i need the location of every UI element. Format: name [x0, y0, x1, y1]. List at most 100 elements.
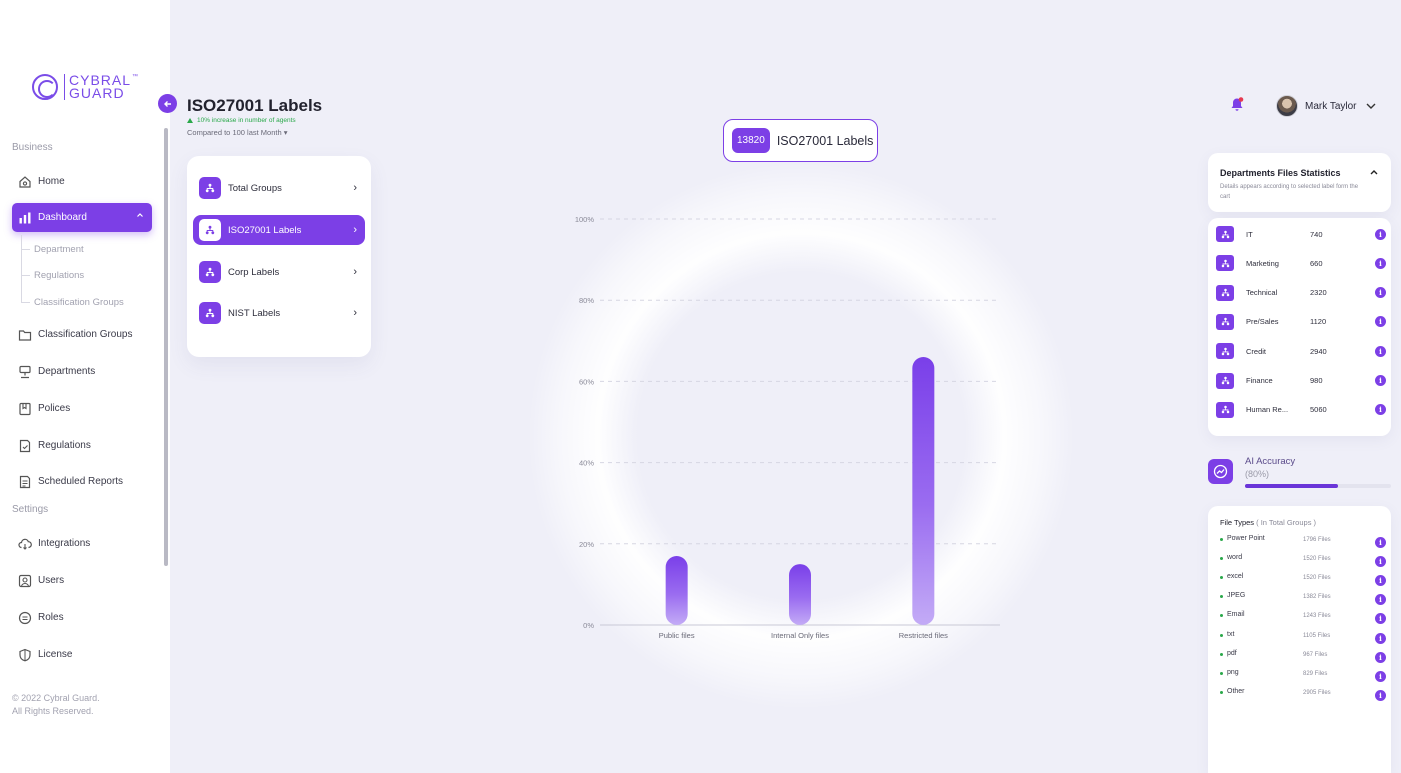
dept-row[interactable]: Marketing 660 i: [1216, 255, 1386, 272]
file-type-name: word: [1227, 554, 1243, 562]
info-icon[interactable]: i: [1375, 651, 1386, 663]
user-menu[interactable]: Mark Taylor: [1276, 95, 1378, 117]
info-icon[interactable]: i: [1375, 575, 1386, 587]
hierarchy-icon: [1216, 343, 1234, 360]
label-item-text: ISO27001 Labels: [228, 224, 302, 236]
chevron-right-icon: ›: [353, 182, 357, 194]
dept-row[interactable]: Technical 2320 i: [1216, 284, 1386, 301]
folder-icon: [18, 328, 32, 342]
notification-bell-icon[interactable]: [1229, 96, 1245, 112]
brand-logo[interactable]: CYBRAL GUARD ™: [32, 73, 138, 101]
info-icon[interactable]: i: [1375, 689, 1386, 701]
file-type-count: 1520 Files: [1303, 575, 1331, 582]
dept-row[interactable]: Human Re... 5060 i: [1216, 401, 1386, 418]
info-icon[interactable]: i: [1375, 228, 1386, 240]
sidebar-item-departments[interactable]: Departments: [12, 357, 152, 386]
file-type-name: Power Point: [1227, 535, 1265, 542]
dept-row[interactable]: Pre/Sales 1120 i: [1216, 313, 1386, 330]
sidebar-item-dashboard[interactable]: Dashboard: [12, 203, 152, 232]
sidebar-item-regulations[interactable]: Regulations: [12, 431, 152, 460]
chart-bar[interactable]: [789, 564, 811, 625]
dept-row[interactable]: Finance 980 i: [1216, 372, 1386, 389]
sidebar-item-license[interactable]: License: [12, 640, 152, 669]
file-type-row[interactable]: Power Point 1796 Files i: [1220, 535, 1386, 548]
chevron-up-icon[interactable]: [1369, 168, 1379, 176]
file-type-row[interactable]: word 1520 Files i: [1220, 554, 1386, 568]
file-type-name: Email: [1227, 611, 1245, 619]
chart-bar[interactable]: [912, 357, 935, 625]
file-type-count: 1796 Files: [1303, 537, 1331, 543]
avatar: [1276, 95, 1298, 117]
sidebar-item-roles[interactable]: Roles: [12, 603, 152, 632]
file-type-row[interactable]: Other 2905 Files i: [1220, 688, 1386, 701]
dept-name: Human Re...: [1246, 405, 1289, 415]
file-type-row[interactable]: JPEG 1382 Files i: [1220, 592, 1386, 606]
dept-row[interactable]: IT 740 i: [1216, 226, 1386, 242]
info-icon[interactable]: i: [1375, 537, 1386, 548]
home-icon: [18, 175, 32, 189]
logo-icon: [32, 74, 58, 100]
sidebar-subitem-classification-groups[interactable]: Classification Groups: [34, 297, 124, 308]
status-dot: [1220, 576, 1223, 580]
file-type-row[interactable]: png 829 Files i: [1220, 669, 1386, 682]
sidebar-item-label: Integrations: [38, 538, 91, 549]
dept-stats-title: Departments Files Statistics: [1220, 168, 1341, 178]
label-item-nist[interactable]: NIST Labels ›: [193, 298, 365, 328]
status-dot: [1220, 652, 1223, 656]
tree-tick: [21, 275, 30, 276]
book-icon: [18, 402, 32, 416]
file-type-count: 1520 Files: [1303, 556, 1331, 563]
info-icon[interactable]: i: [1375, 345, 1386, 357]
trend-up-icon: [187, 118, 193, 123]
sidebar-item-scheduled-reports[interactable]: Scheduled Reports: [12, 467, 152, 496]
info-icon[interactable]: i: [1375, 257, 1386, 269]
chart-bar[interactable]: [665, 555, 688, 625]
info-icon[interactable]: i: [1375, 404, 1386, 416]
back-button[interactable]: [158, 94, 177, 113]
compared-dropdown[interactable]: Compared to 100 last Month ▾: [187, 128, 288, 137]
brand-line-2: GUARD: [69, 85, 125, 101]
sidebar-item-polices[interactable]: Polices: [12, 394, 152, 423]
hierarchy-icon: [199, 177, 221, 199]
file-type-row[interactable]: excel 1520 Files i: [1220, 573, 1386, 587]
file-type-row[interactable]: Email 1243 Files i: [1220, 611, 1386, 625]
sidebar-item-integrations[interactable]: Integrations: [12, 529, 152, 558]
sidebar-item-classification-groups[interactable]: Classification Groups: [12, 320, 152, 349]
label-item-total-groups[interactable]: Total Groups ›: [193, 173, 365, 203]
sidebar-scrollbar[interactable]: [164, 128, 168, 566]
status-dot: [1220, 557, 1223, 561]
file-type-name: pdf: [1227, 649, 1237, 657]
label-item-corp[interactable]: Corp Labels ›: [193, 257, 365, 287]
arrow-left-icon: [163, 100, 171, 107]
sidebar-item-home[interactable]: Home: [12, 167, 152, 196]
file-type-count: 1105 Files: [1303, 632, 1331, 639]
chevron-right-icon: ›: [353, 266, 357, 278]
sidebar-subitem-department[interactable]: Department: [34, 244, 84, 255]
file-type-name: txt: [1227, 630, 1235, 638]
dept-row[interactable]: Credit 2940 i: [1216, 343, 1386, 360]
y-tick-label: 20%: [579, 540, 594, 549]
file-type-count: 2905 Files: [1303, 689, 1331, 696]
sidebar-subitem-regulations[interactable]: Regulations: [34, 270, 84, 281]
info-icon[interactable]: i: [1375, 316, 1386, 328]
info-icon[interactable]: i: [1375, 594, 1386, 606]
info-icon[interactable]: i: [1375, 632, 1386, 644]
info-icon[interactable]: i: [1375, 613, 1386, 625]
dept-value: 1120: [1310, 317, 1327, 327]
info-icon[interactable]: i: [1375, 670, 1386, 682]
file-type-row[interactable]: txt 1105 Files i: [1220, 630, 1386, 644]
info-icon[interactable]: i: [1375, 556, 1386, 568]
section-business: Business: [12, 142, 53, 153]
ai-accuracy-percent: (80%): [1245, 469, 1270, 479]
chevron-up-icon[interactable]: [136, 211, 144, 222]
file-type-row[interactable]: pdf 967 Files i: [1220, 649, 1386, 663]
label-item-iso27001[interactable]: ISO27001 Labels ›: [193, 215, 365, 245]
file-type-name: JPEG: [1227, 592, 1246, 600]
hierarchy-icon: [1216, 313, 1234, 330]
sidebar-item-users[interactable]: Users: [12, 566, 152, 595]
dept-value: 5060: [1310, 405, 1327, 415]
dept-stats-header-card: Departments Files Statistics Details app…: [1208, 153, 1391, 212]
info-icon[interactable]: i: [1375, 287, 1386, 299]
info-icon[interactable]: i: [1375, 375, 1386, 386]
dept-name: Technical: [1246, 288, 1278, 298]
